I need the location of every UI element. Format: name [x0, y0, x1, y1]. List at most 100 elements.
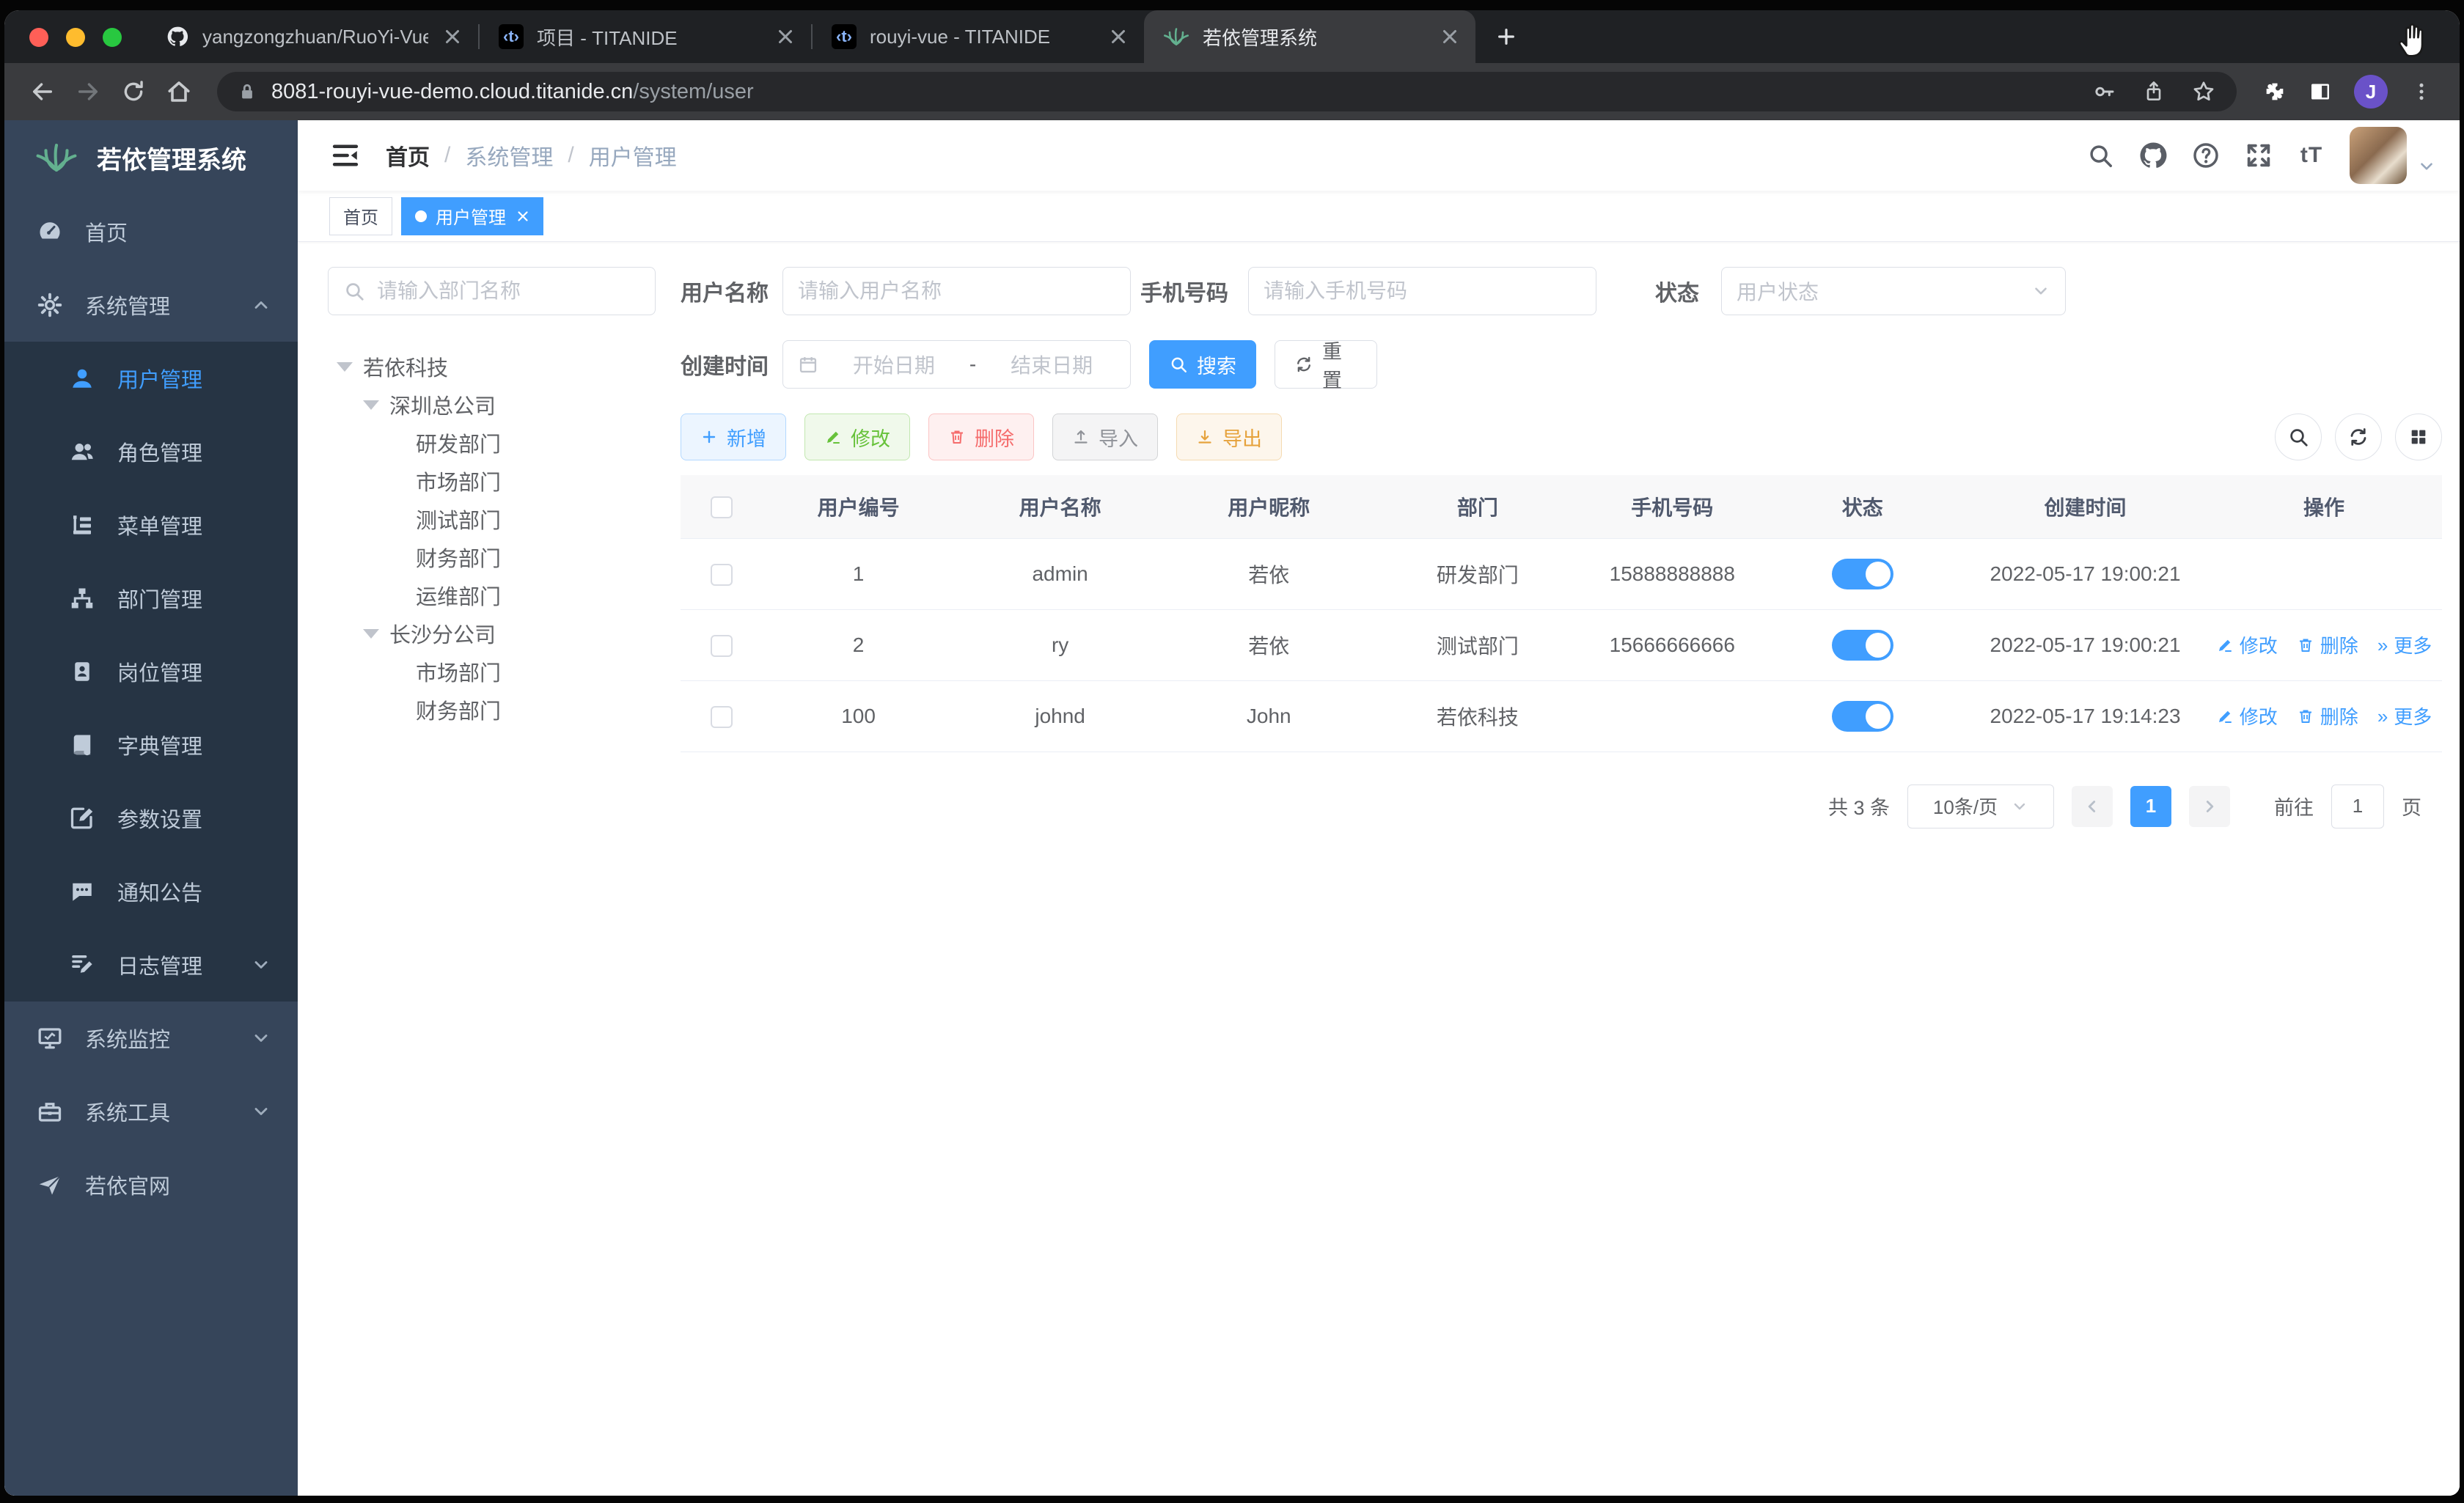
tag-home[interactable]: 首页: [329, 196, 392, 235]
browser-tab-titanide-project[interactable]: ‹t› 项目 - TITANIDE: [480, 10, 811, 63]
github-icon[interactable]: [2137, 139, 2169, 172]
row-more-link[interactable]: » 更多: [2377, 702, 2432, 730]
caret-down-icon[interactable]: [337, 361, 353, 372]
status-toggle-on[interactable]: [1831, 700, 1893, 732]
row-checkbox[interactable]: [711, 563, 733, 586]
status-select[interactable]: 用户状态: [1721, 267, 2066, 315]
sidebar-item-post-management[interactable]: 岗位管理: [4, 635, 298, 708]
tree-node[interactable]: 研发部门: [328, 424, 656, 462]
toggle-search-button[interactable]: [2275, 414, 2322, 460]
sidebar-item-user-management[interactable]: 用户管理: [4, 342, 298, 415]
sidebar-item-log-management[interactable]: 日志管理: [4, 928, 298, 1002]
browser-tab-ruoyi-active[interactable]: 若依管理系统: [1144, 10, 1475, 63]
sidebar-item-home[interactable]: 首页: [4, 195, 298, 268]
tree-node-root[interactable]: 若依科技: [328, 348, 656, 386]
tree-node[interactable]: 运维部门: [328, 576, 656, 614]
status-toggle-on[interactable]: [1831, 558, 1893, 589]
row-checkbox[interactable]: [711, 705, 733, 728]
caret-down-icon[interactable]: [363, 628, 379, 639]
sidebar-item-ruoyi-website[interactable]: 若依官网: [4, 1148, 298, 1221]
tree-node[interactable]: 财务部门: [328, 691, 656, 729]
prev-page-button[interactable]: [2072, 785, 2113, 827]
sidebar-item-dict-management[interactable]: 字典管理: [4, 708, 298, 782]
sidebar-item-param-settings[interactable]: 参数设置: [4, 782, 298, 855]
dept-search-input[interactable]: [377, 279, 640, 303]
browser-tab-rouyi-vue[interactable]: ‹t› rouyi-vue - TITANIDE: [813, 10, 1144, 63]
close-window-button[interactable]: [29, 28, 48, 47]
delete-button[interactable]: 删除: [928, 414, 1034, 460]
sidebar-item-notice[interactable]: 通知公告: [4, 855, 298, 928]
phone-input[interactable]: [1264, 279, 1581, 303]
refresh-table-button[interactable]: [2335, 414, 2382, 460]
row-delete-link[interactable]: 删除: [2297, 702, 2358, 730]
header-search-icon[interactable]: [2084, 139, 2116, 172]
row-checkbox[interactable]: [711, 634, 733, 657]
close-tab-icon[interactable]: [774, 26, 796, 48]
sidebar-item-menu-management[interactable]: 菜单管理: [4, 488, 298, 562]
home-button[interactable]: [160, 73, 198, 111]
row-edit-link[interactable]: 修改: [2216, 702, 2278, 730]
tree-node[interactable]: 长沙分公司: [328, 614, 656, 653]
tree-node[interactable]: 深圳总公司: [328, 386, 656, 424]
share-icon[interactable]: [2137, 75, 2171, 109]
date-end-placeholder[interactable]: 结束日期: [988, 350, 1115, 379]
close-tab-icon[interactable]: [441, 26, 463, 48]
add-button[interactable]: 新增: [681, 414, 786, 460]
avatar-caret-down-icon[interactable]: [2417, 157, 2436, 176]
maximize-window-button[interactable]: [103, 28, 122, 47]
tree-node[interactable]: 测试部门: [328, 500, 656, 538]
username-input[interactable]: [798, 279, 1115, 303]
row-delete-link[interactable]: 删除: [2297, 631, 2358, 658]
row-edit-link[interactable]: 修改: [2216, 631, 2278, 658]
tree-node[interactable]: 财务部门: [328, 538, 656, 576]
help-question-icon[interactable]: [2190, 139, 2222, 172]
bookmark-star-icon[interactable]: [2187, 75, 2221, 109]
minimize-window-button[interactable]: [66, 28, 85, 47]
import-button[interactable]: 导入: [1052, 414, 1158, 460]
sidebar-item-dept-management[interactable]: 部门管理: [4, 562, 298, 635]
main-area: 首页 / 系统管理 / 用户管理 tT 首页 用户管理 请输入部门名称 若依科技…: [298, 120, 2460, 1496]
forward-button[interactable]: [69, 73, 107, 111]
page-1-button[interactable]: 1: [2130, 785, 2171, 827]
back-button[interactable]: [23, 73, 62, 111]
select-all-checkbox[interactable]: [711, 496, 733, 519]
collapse-sidebar-icon[interactable]: [330, 140, 361, 171]
tree-node[interactable]: 市场部门: [328, 653, 656, 691]
search-button[interactable]: 搜索: [1149, 340, 1256, 389]
sidebar-item-role-management[interactable]: 角色管理: [4, 415, 298, 488]
reload-button[interactable]: [114, 73, 153, 111]
close-tab-icon[interactable]: [1439, 26, 1461, 48]
row-more-link[interactable]: » 更多: [2377, 631, 2432, 658]
password-manager-icon[interactable]: [2087, 75, 2121, 109]
page-size-select[interactable]: 10条/页: [1907, 784, 2054, 828]
close-tab-icon[interactable]: [1107, 26, 1129, 48]
next-page-button[interactable]: [2189, 785, 2230, 827]
side-panel-icon[interactable]: [2301, 73, 2339, 111]
date-start-placeholder[interactable]: 开始日期: [830, 350, 958, 379]
new-tab-button[interactable]: [1486, 16, 1527, 57]
sidebar-item-system-monitor[interactable]: 系统监控: [4, 1002, 298, 1075]
edit-button[interactable]: 修改: [804, 414, 910, 460]
sidebar-item-system-tools[interactable]: 系统工具: [4, 1075, 298, 1148]
tag-user-management-active[interactable]: 用户管理: [401, 196, 543, 235]
browser-menu-icon[interactable]: [2402, 73, 2441, 111]
close-tag-icon[interactable]: [515, 208, 531, 224]
extensions-icon[interactable]: [2256, 73, 2294, 111]
breadcrumb-home[interactable]: 首页: [386, 139, 430, 172]
fullscreen-icon[interactable]: [2243, 139, 2275, 172]
reset-button[interactable]: 重置: [1275, 340, 1377, 392]
sidebar-item-system-management[interactable]: 系统管理: [4, 268, 298, 342]
date-range-picker[interactable]: 开始日期 - 结束日期: [782, 340, 1131, 389]
column-settings-button[interactable]: [2395, 414, 2442, 460]
user-avatar[interactable]: [2350, 127, 2407, 184]
font-size-icon[interactable]: tT: [2295, 139, 2328, 172]
caret-down-icon[interactable]: [363, 400, 379, 410]
plus-icon: [1495, 25, 1518, 48]
goto-page-input[interactable]: [2331, 784, 2384, 828]
browser-profile-avatar[interactable]: J: [2354, 75, 2388, 109]
tree-node[interactable]: 市场部门: [328, 462, 656, 500]
export-button[interactable]: 导出: [1176, 414, 1282, 460]
address-bar[interactable]: 8081-rouyi-vue-demo.cloud.titanide.cn/sy…: [217, 72, 2237, 111]
status-toggle-on[interactable]: [1831, 629, 1893, 661]
browser-tab-github[interactable]: yangzongzhuan/RuoYi-Vue: (R: [147, 10, 478, 63]
